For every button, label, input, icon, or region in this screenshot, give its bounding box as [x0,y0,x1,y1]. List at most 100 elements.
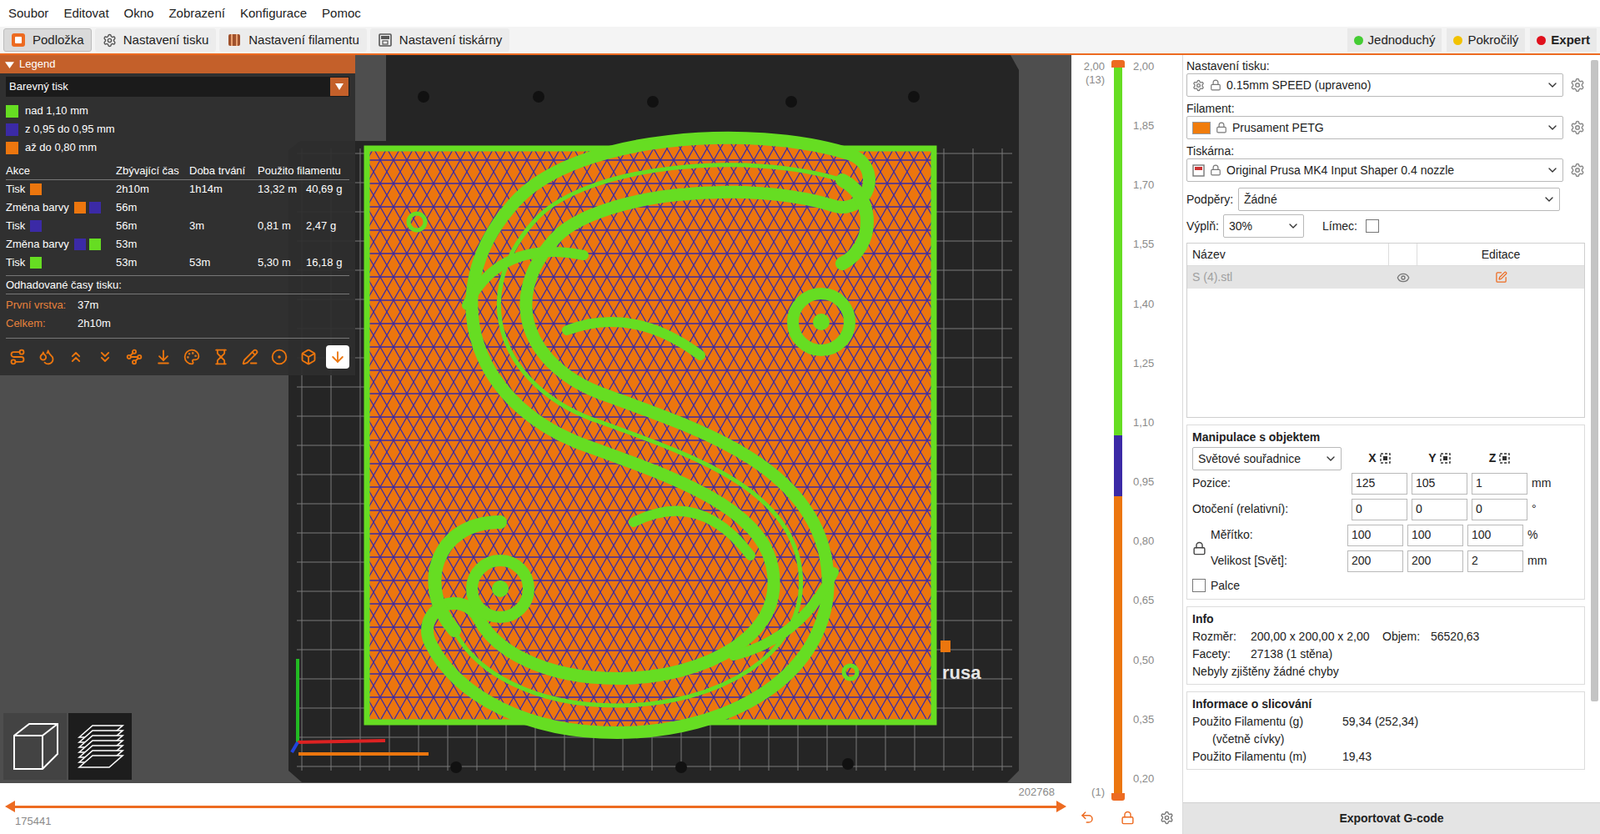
tab[interactable]: Nastavení filamentu [219,28,367,52]
axis-icon [1379,452,1391,464]
menu-item[interactable]: Pomoc [316,4,367,24]
brim-checkbox[interactable] [1365,219,1380,233]
number-field[interactable]: 105 [1411,472,1468,495]
menu-item[interactable]: Konfigurace [235,4,312,24]
menu-item[interactable]: Editovat [58,4,114,24]
retractions-toggle[interactable] [64,345,88,369]
scrollbar-thumb[interactable] [1590,60,1599,702]
chevron-down-icon [1542,192,1556,206]
center-of-gravity-toggle[interactable] [267,345,291,369]
supports-select[interactable]: Žádné [1238,187,1560,211]
profile-selector: Tiskárna:Original Prusa MK4 Input Shaper… [1186,143,1585,182]
number-field[interactable]: 100 [1347,524,1404,547]
layer-tick: 0,20 [1133,772,1183,786]
printed-object [366,148,934,723]
number-field[interactable]: 0 [1411,498,1468,521]
pause-toggle[interactable] [209,345,233,369]
color-swatch [74,238,86,251]
printer-profile-select[interactable]: Original Prusa MK4 Input Shaper 0.4 nozz… [1186,158,1564,182]
bottom-handle[interactable] [1111,792,1125,801]
tool-changes-icon [155,348,172,366]
tab[interactable]: Nastavení tisku [95,28,217,52]
menu-item[interactable]: Zobrazení [163,4,231,24]
lock-icon[interactable] [1120,810,1135,825]
3d-view-button[interactable] [3,712,67,780]
layer-tick: 0,35 [1133,712,1183,727]
number-field[interactable]: 0 [1471,498,1528,521]
preview-view-button[interactable] [68,712,132,780]
lock-icon [1209,164,1222,176]
layers-icon [74,720,126,773]
mode-button[interactable]: Pokročilý [1446,28,1525,52]
layer-tick: 0,50 [1133,653,1183,668]
number-field[interactable]: 1 [1471,472,1528,495]
undo-icon[interactable] [1079,809,1095,825]
tool-changes-toggle[interactable] [151,345,176,369]
tool-marker-toggle[interactable] [326,345,350,369]
number-field[interactable]: 100 [1467,524,1524,547]
color-swatch [74,201,86,214]
number-field[interactable]: 200 [1347,550,1404,572]
retractions-icon [67,348,85,366]
lock-icon[interactable] [1192,541,1207,556]
top-handle[interactable] [1111,60,1125,68]
right-handle-icon[interactable] [1056,800,1067,813]
gear-icon[interactable] [1569,162,1585,178]
cube-icon [9,720,61,773]
profile-selector: Filament:Prusament PETG [1186,100,1585,140]
deretractions-toggle[interactable] [93,345,117,369]
menu-item[interactable]: Okno [119,4,160,24]
info-panel: InfoRozměr:200,00 x 200,00 x 2,00Objem:5… [1186,606,1585,685]
profile-selector: Nastavení tisku:0.15mm SPEED (upraveno) [1186,58,1585,97]
inches-checkbox[interactable] [1192,578,1206,592]
scrollbar[interactable] [1588,55,1600,803]
edit-icon[interactable] [1494,270,1508,284]
mode-dot [1453,35,1463,46]
print-bed [288,55,1019,783]
shells-toggle[interactable] [296,345,321,369]
gear-icon [1192,79,1205,92]
layer-tick: 0,65 [1133,593,1183,607]
bed-grid [296,148,1013,771]
print-profile-select[interactable]: 0.15mm SPEED (upraveno) [1186,73,1564,97]
legend-action: Tisk [5,216,116,236]
export-button[interactable]: Exportovat G-code [1183,802,1600,834]
move-slider: 202768175441 [0,782,1072,834]
mode-button[interactable]: Expert [1529,28,1597,52]
infill-select[interactable]: 30% [1223,214,1305,238]
gear-icon[interactable] [1569,77,1585,93]
coordinates-select[interactable]: Světové souřadnice [1192,446,1342,471]
chevron-down-icon [1545,78,1560,92]
number-field[interactable]: 2 [1467,550,1524,572]
color-swatch [89,201,101,214]
legend-table: AkceZbývající časDoba trváníPoužito fila… [5,161,350,272]
mode-button[interactable]: Jednoduchý [1347,28,1443,52]
number-field[interactable]: 125 [1351,472,1408,495]
menu-item[interactable]: Soubor [3,4,54,24]
travel-toggle[interactable] [5,345,30,369]
tab[interactable]: Podložka [3,28,92,52]
custom-gcode-toggle[interactable] [238,345,262,369]
number-field[interactable]: 0 [1351,498,1408,521]
number-field[interactable]: 200 [1407,550,1464,572]
chevron-down-icon [1286,219,1300,233]
layer-tick: 1,25 [1133,356,1183,371]
legend-action: Tisk [5,253,116,272]
filament-profile-select[interactable]: Prusament PETG [1186,115,1564,140]
gear-icon[interactable] [1159,810,1174,825]
legend-header[interactable]: Legend [0,55,356,74]
number-field[interactable]: 100 [1407,524,1464,547]
left-handle-icon[interactable] [5,800,16,813]
menu-bar: SouborEditovatOknoZobrazeníKonfiguracePo… [0,0,1600,27]
wipe-toggle[interactable] [35,345,59,369]
legend-panel: LegendBarevný tisknad 1,10 mmz 0,95 do 0… [0,55,356,376]
color-changes-toggle[interactable] [180,345,205,369]
lock-icon [1215,121,1228,134]
color-swatch [30,183,42,196]
3d-canvas[interactable]: rusaLegendBarevný tisknad 1,10 mmz 0,95 … [0,55,1072,783]
seams-toggle[interactable] [122,345,146,369]
gear-icon[interactable] [1569,120,1585,136]
object-row[interactable]: S (4).stl [1187,265,1585,289]
view-type-select[interactable]: Barevný tisk [5,76,350,97]
tab[interactable]: Nastavení tiskárny [370,28,510,52]
